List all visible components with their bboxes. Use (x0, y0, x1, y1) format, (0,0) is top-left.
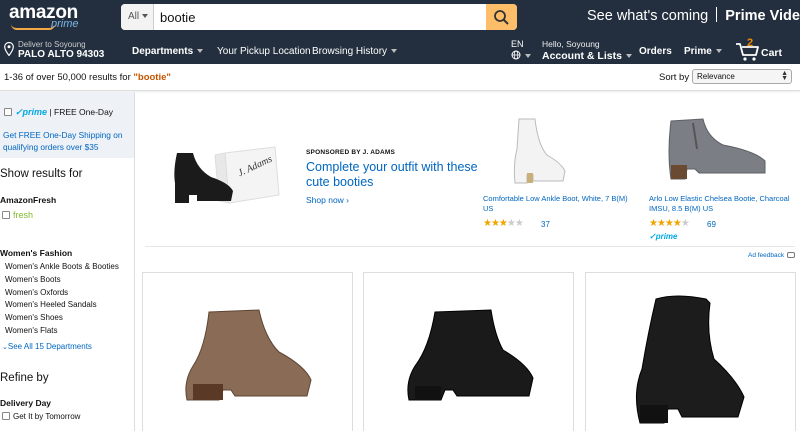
promo-brand: Prime Video (725, 8, 800, 24)
black-western-bootie-image[interactable] (626, 293, 756, 428)
chevron-down-icon (625, 54, 632, 58)
prime-description[interactable]: Get FREE One-Day Shipping on qualifying … (3, 129, 131, 153)
tomorrow-checkbox[interactable] (2, 412, 10, 420)
sponsored-label: SPONSORED BY J. ADAMS (306, 149, 396, 156)
smile-icon (11, 24, 55, 30)
ad-feedback-label: Ad feedback (748, 252, 785, 259)
category-link[interactable]: Women's Oxfords (5, 288, 68, 297)
language-label: EN (511, 39, 524, 49)
fresh-filter[interactable]: fresh (2, 210, 33, 220)
search-bar: All (121, 4, 517, 30)
womens-fashion-heading: Women's Fashion (0, 248, 73, 258)
search-button[interactable] (486, 4, 517, 30)
result-count-text: 1-36 of over 50,000 results for (4, 72, 134, 83)
departments-label: Departments (132, 46, 194, 57)
chevron-down-icon (715, 49, 722, 53)
product-card[interactable] (142, 272, 353, 431)
account-lists-menu[interactable]: Hello, Soyoung Account & Lists (542, 39, 632, 62)
fresh-label: fresh (13, 210, 34, 220)
chevron-down-icon (525, 54, 531, 58)
star-rating-icon[interactable]: ★★★★★ (483, 218, 524, 229)
cart-label: Cart (761, 47, 783, 59)
search-input[interactable] (157, 4, 479, 30)
ad-feedback-link[interactable]: Ad feedback (748, 252, 796, 259)
prime-label: Prime (684, 46, 712, 57)
prime-badge-icon: ✓prime (649, 232, 678, 241)
speech-bubble-icon (787, 252, 796, 258)
language-selector[interactable]: EN (511, 39, 531, 61)
prime-logo: ✓prime (15, 107, 48, 117)
fresh-checkbox[interactable] (2, 211, 10, 219)
brown-ankle-boot-image[interactable] (179, 308, 319, 403)
search-category-label: All (128, 11, 140, 22)
prime-checkbox[interactable] (4, 108, 12, 116)
prime-menu[interactable]: Prime (684, 46, 722, 57)
globe-icon (511, 50, 521, 60)
browsing-history-label: Browsing History (312, 46, 388, 57)
results-bar: 1-36 of over 50,000 results for "bootie"… (0, 64, 800, 91)
amazonfresh-heading: AmazonFresh (0, 195, 57, 205)
divider (716, 7, 718, 22)
category-link[interactable]: Women's Flats (5, 326, 58, 335)
refine-by-heading: Refine by (0, 372, 49, 384)
result-query: "bootie" (133, 72, 171, 83)
show-results-heading: Show results for (0, 168, 83, 180)
browsing-history-menu[interactable]: Browsing History (312, 46, 398, 57)
black-suede-bootie-image[interactable] (399, 308, 539, 403)
category-link[interactable]: Women's Boots (5, 275, 61, 284)
pickup-location-link[interactable]: Your Pickup Location (217, 46, 311, 57)
deliver-location: PALO ALTO 94303 (18, 49, 105, 60)
prime-filter-box: ✓prime | FREE One-Day Get FREE One-Day S… (0, 92, 134, 158)
chevron-down-icon (391, 49, 398, 53)
updown-arrow-icon: ▲ ▼ (781, 70, 788, 82)
departments-menu[interactable]: Departments (132, 46, 204, 57)
product-title[interactable]: Arlo Low Elastic Chelsea Bootie, Charcoa… (649, 194, 794, 214)
grey-chelsea-boot-image[interactable] (663, 113, 778, 183)
product-title[interactable]: Comfortable Low Ankle Boot, White, 7 B(M… (483, 194, 628, 214)
orders-link[interactable]: Orders (639, 46, 672, 57)
promo-text: See what's coming (587, 8, 709, 24)
sponsored-banner: J. Adams SPONSORED BY J. ADAMS Complete … (145, 101, 795, 247)
search-category-dropdown[interactable]: All (121, 4, 154, 30)
deliver-label: Deliver to Soyoung (18, 40, 86, 49)
chevron-down-icon (197, 49, 204, 53)
star-rating-icon[interactable]: ★★★★★ (649, 218, 690, 229)
prime-filter[interactable]: ✓prime | FREE One-Day (4, 107, 113, 118)
account-lists-label: Account & Lists (542, 50, 622, 62)
get-it-tomorrow-filter[interactable]: Get It by Tomorrow (2, 412, 80, 421)
review-count[interactable]: 37 (541, 220, 550, 229)
result-count: 1-36 of over 50,000 results for "bootie" (4, 72, 171, 83)
shop-now-link[interactable]: Shop now › (306, 195, 349, 205)
sort-value: Relevance (697, 72, 735, 81)
amazon-prime-logo[interactable]: amazon prime (9, 3, 79, 30)
hello-greeting: Hello, Soyoung (542, 39, 600, 49)
location-pin-icon (4, 42, 14, 56)
see-all-label: See All 15 Departments (7, 342, 92, 351)
cart-count: 2 (747, 37, 754, 49)
prime-video-promo[interactable]: See what's coming Prime Video (587, 7, 800, 24)
chevron-down-icon (142, 14, 149, 18)
delivery-day-heading: Delivery Day (0, 398, 52, 408)
see-all-departments-link[interactable]: ⌄See All 15 Departments (2, 342, 92, 351)
search-icon (494, 10, 509, 25)
product-card[interactable] (363, 272, 574, 431)
category-link[interactable]: Women's Shoes (5, 313, 63, 322)
category-link[interactable]: Women's Heeled Sandals (5, 300, 97, 309)
product-card[interactable] (585, 272, 796, 431)
nav-bottom-bar (0, 38, 800, 64)
sort-label: Sort by (659, 72, 690, 83)
brand-boot-image[interactable]: J. Adams (167, 143, 282, 213)
sidebar: ✓prime | FREE One-Day Get FREE One-Day S… (0, 92, 135, 431)
logo-sub: prime (51, 18, 79, 30)
white-ankle-boot-image[interactable] (505, 115, 575, 185)
tomorrow-label: Get It by Tomorrow (13, 412, 81, 421)
sort-dropdown[interactable]: Relevance ▲ ▼ (692, 69, 792, 84)
review-count[interactable]: 69 (707, 220, 716, 229)
prime-filter-label: | FREE One-Day (49, 107, 114, 117)
category-link[interactable]: Women's Ankle Boots & Booties (5, 262, 119, 271)
sponsored-headline[interactable]: Complete your outfit with these cute boo… (306, 160, 496, 190)
